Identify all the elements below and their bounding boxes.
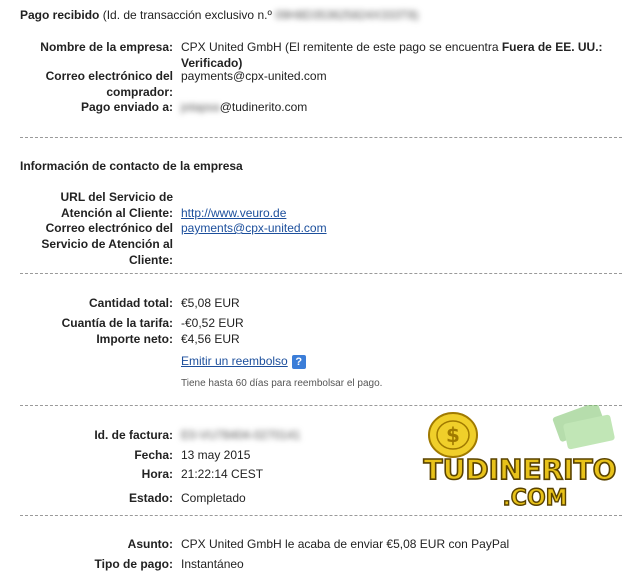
payment-type-value: Instantáneo	[181, 557, 244, 571]
transaction-prefix: (Id. de transacción exclusivo n.º	[102, 8, 272, 22]
sent-to-value: jotapsa@tudinerito.com	[181, 100, 308, 114]
time-value: 21:22:14 CEST	[181, 467, 264, 481]
transaction-id: 09H8D353625824X333T8)	[275, 8, 419, 22]
net-amount-label: Importe neto:	[96, 332, 173, 346]
tudinerito-logo: $ TUDINERITO .COM	[423, 405, 617, 512]
time-label: Hora:	[141, 467, 173, 481]
payment-header: Pago recibido (Id. de transacción exclus…	[20, 8, 419, 22]
date-value: 13 may 2015	[181, 448, 251, 462]
business-name-label: Nombre de la empresa:	[40, 40, 173, 54]
total-amount-value: €5,08 EUR	[181, 296, 240, 310]
invoice-id-label: Id. de factura:	[94, 428, 173, 442]
subject-label: Asunto:	[127, 537, 173, 551]
buyer-email-label: Correo electrónico del comprador:	[45, 69, 173, 99]
invoice-id-value: E0-VU78404-0270141	[181, 428, 301, 442]
date-label: Fecha:	[134, 448, 173, 462]
contact-section-title: Información de contacto de la empresa	[20, 159, 243, 173]
status-value: Completado	[181, 491, 246, 505]
logo-text-line1: TUDINERITO	[424, 453, 617, 486]
separator	[20, 137, 622, 138]
service-email-label: Correo electrónico del Servicio de Atenci…	[41, 221, 173, 267]
service-url-label: URL del Servicio de Atención al Cliente:	[60, 190, 173, 220]
total-amount-label: Cantidad total:	[89, 296, 173, 310]
coin-icon: $	[428, 412, 478, 458]
business-name-value: CPX United GmbH (El remitente de este pa…	[181, 40, 603, 70]
refund-note: Tiene hasta 60 días para reembolsar el p…	[181, 378, 383, 389]
fee-label: Cuantía de la tarifa:	[61, 316, 173, 330]
issue-refund-link[interactable]: Emitir un reembolso	[181, 354, 288, 368]
refund-row: Emitir un reembolso?	[181, 353, 306, 369]
subject-value: CPX United GmbH le acaba de enviar €5,08…	[181, 537, 510, 551]
service-email-link-wrap: payments@cpx-united.com	[181, 220, 327, 236]
payment-type-label: Tipo de pago:	[94, 557, 173, 571]
fee-value: -€0,52 EUR	[181, 316, 244, 330]
buyer-email-value: payments@cpx-united.com	[181, 69, 327, 83]
page-title: Pago recibido	[20, 8, 100, 22]
help-icon[interactable]: ?	[291, 354, 306, 369]
separator	[20, 273, 622, 274]
service-url-link-wrap: http://www.veuro.de	[181, 205, 286, 221]
net-amount-value: €4,56 EUR	[181, 332, 240, 346]
sent-to-label: Pago enviado a:	[80, 100, 173, 114]
status-label: Estado:	[128, 491, 173, 505]
separator	[20, 515, 622, 516]
money-icon	[552, 405, 615, 450]
coin-symbol: $	[446, 423, 460, 447]
service-url-link[interactable]: http://www.veuro.de	[181, 206, 286, 220]
logo-text-line2: .COM	[502, 486, 567, 511]
service-email-link[interactable]: payments@cpx-united.com	[181, 221, 327, 235]
